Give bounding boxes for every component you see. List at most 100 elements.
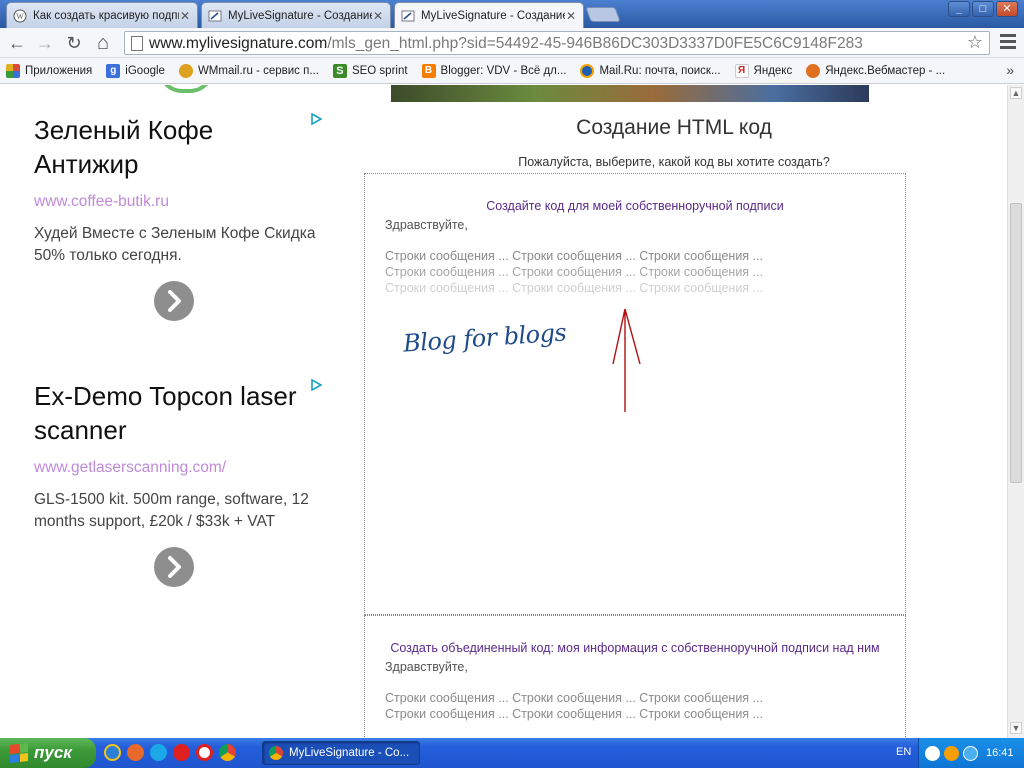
message-line: Строки сообщения ... Строки сообщения ..…	[385, 249, 763, 263]
adchoices-icon[interactable]	[310, 379, 322, 391]
page-scrollbar[interactable]: ▲ ▼	[1007, 85, 1024, 738]
scroll-down-icon[interactable]: ▼	[1010, 722, 1022, 734]
reload-button[interactable]: ↻	[63, 32, 85, 54]
windows-flag-icon	[10, 743, 28, 763]
signature-pen-icon	[401, 10, 415, 22]
bookmark-wmmail[interactable]: WMmail.ru - сервис п...	[178, 63, 319, 78]
ad-text: GLS-1500 kit. 500m range, software, 12 m…	[34, 491, 309, 530]
yandex-browser-icon[interactable]	[196, 744, 213, 761]
chevron-right-icon	[168, 290, 181, 312]
internet-explorer-icon[interactable]	[104, 744, 121, 761]
bookmark-star-icon[interactable]: ☆	[967, 32, 983, 53]
ad-block-1[interactable]: Зеленый Кофе Антижир www.coffee-butik.ru…	[34, 113, 324, 323]
forward-button[interactable]: →	[34, 32, 56, 54]
bookmarks-bar: Приложения g iGoogle WMmail.ru - сервис …	[0, 58, 1024, 84]
bookmark-mailru[interactable]: Mail.Ru: почта, поиск...	[580, 63, 721, 78]
new-tab-button[interactable]	[585, 7, 621, 22]
tab-title: MyLiveSignature - Создание	[421, 10, 565, 22]
desktop-icon[interactable]	[127, 744, 144, 761]
chrome-icon[interactable]	[219, 744, 236, 761]
back-button[interactable]: ←	[6, 32, 28, 54]
skype-icon[interactable]	[150, 744, 167, 761]
ad-go-button[interactable]	[154, 547, 194, 587]
taskbar-item-chrome[interactable]: MyLiveSignature - Co...	[262, 741, 420, 765]
preview-greeting: Здравствуйте,	[385, 660, 468, 674]
bookmark-label: Blogger: VDV - Всё дл...	[440, 64, 567, 77]
ad-url[interactable]: www.getlaserscanning.com/	[34, 459, 324, 477]
scrollbar-thumb[interactable]	[1010, 203, 1022, 483]
address-bar[interactable]: www.mylivesignature.com/mls_gen_html.php…	[124, 31, 990, 55]
url-text: www.mylivesignature.com/mls_gen_html.php…	[149, 35, 863, 53]
tab-title: MyLiveSignature - Создание	[228, 9, 372, 22]
bookmark-label: iGoogle	[125, 64, 165, 77]
page-icon	[131, 36, 143, 51]
tab-strip: W Как создать красивую подпись ✕ MyLiveS…	[0, 0, 1024, 29]
option-combined-code[interactable]: Создать объединенный код: моя информация…	[364, 615, 906, 738]
close-tab-icon[interactable]: ✕	[372, 9, 384, 23]
mailru-icon	[580, 63, 595, 78]
chevron-right-icon	[168, 556, 181, 578]
message-line: Строки сообщения ... Строки сообщения ..…	[385, 265, 763, 279]
tab-3-active[interactable]: MyLiveSignature - Создание ✕	[394, 2, 584, 29]
ad-block-2[interactable]: Ex-Demo Topcon laser scanner www.getlase…	[34, 379, 324, 589]
bookmark-label: Яндекс	[753, 64, 793, 77]
ad-title[interactable]: Ex-Demo Topcon laser scanner	[34, 379, 324, 447]
handwritten-signature: Blog for blogs	[402, 318, 568, 358]
ad-title[interactable]: Зеленый Кофе Антижир	[34, 113, 324, 181]
svg-text:W: W	[16, 12, 24, 21]
seosprint-icon: S	[332, 63, 347, 78]
close-tab-icon[interactable]: ✕	[565, 9, 577, 23]
tab-1[interactable]: W Как создать красивую подпись ✕	[6, 2, 198, 28]
logo-fragment	[158, 85, 214, 93]
close-window-button[interactable]: ✕	[996, 1, 1018, 17]
preview-message-lines: Строки сообщения ... Строки сообщения ..…	[385, 690, 905, 722]
ad-url[interactable]: www.coffee-butik.ru	[34, 193, 324, 211]
windows-taskbar: пуск MyLiveSignature - Co... EN 16:41	[0, 738, 1024, 768]
tab-2[interactable]: MyLiveSignature - Создание ✕	[201, 2, 391, 28]
option-title-link[interactable]: Создать объединенный код: моя информация…	[365, 640, 905, 656]
url-host: www.mylivesignature.com	[149, 35, 328, 52]
option-handwritten-signature[interactable]: Создайте код для моей собственноручной п…	[364, 173, 906, 615]
chrome-menu-icon[interactable]	[1000, 34, 1016, 52]
adchoices-icon[interactable]	[310, 113, 322, 125]
tray-network-icon[interactable]	[963, 745, 978, 761]
blogger-icon: B	[421, 63, 436, 78]
maximize-button[interactable]: □	[972, 1, 994, 17]
tab-title: Как создать красивую подпись	[33, 9, 179, 22]
ad-go-button[interactable]	[154, 281, 194, 321]
bookmark-label: WMmail.ru - сервис п...	[197, 64, 319, 77]
message-line: Строки сообщения ... Строки сообщения ..…	[385, 691, 763, 705]
page-subtitle: Пожалуйста, выберите, какой код вы хотит…	[518, 155, 830, 169]
quick-launch	[104, 744, 236, 761]
apps-grid-icon	[6, 63, 20, 78]
tray-nav-icon[interactable]	[925, 745, 940, 761]
yandex-webmaster-icon	[806, 63, 821, 78]
bookmark-label: Mail.Ru: почта, поиск...	[599, 64, 721, 77]
close-tab-icon[interactable]: ✕	[179, 9, 191, 23]
google-icon: g	[106, 63, 121, 78]
option-title-link[interactable]: Создайте код для моей собственноручной п…	[365, 198, 905, 214]
start-label: пуск	[34, 743, 72, 762]
language-indicator[interactable]: EN	[896, 746, 911, 758]
window-controls: _ □ ✕	[948, 1, 1018, 17]
opera-icon[interactable]	[173, 744, 190, 761]
bookmark-igoogle[interactable]: g iGoogle	[106, 63, 165, 78]
bookmark-yandex[interactable]: Я Яндекс	[734, 63, 793, 78]
bookmarks-more-button[interactable]: »	[1006, 62, 1014, 78]
minimize-button[interactable]: _	[948, 1, 970, 17]
home-button[interactable]: ⌂	[92, 32, 114, 54]
browser-toolbar: ← → ↻ ⌂ www.mylivesignature.com/mls_gen_…	[0, 28, 1024, 58]
bookmark-yandex-webmaster[interactable]: Яндекс.Вебмастер - ...	[806, 63, 945, 78]
scroll-up-icon[interactable]: ▲	[1010, 87, 1022, 99]
bookmark-apps[interactable]: Приложения	[6, 63, 93, 78]
start-button[interactable]: пуск	[0, 738, 96, 768]
preview-greeting: Здравствуйте,	[385, 218, 468, 232]
preview-message-lines: Строки сообщения ... Строки сообщения ..…	[385, 248, 905, 296]
annotation-arrow-icon	[612, 308, 641, 412]
clock: 16:41	[986, 747, 1014, 759]
bookmark-label: Приложения	[25, 64, 93, 77]
header-banner-image	[391, 85, 869, 102]
bookmark-seosprint[interactable]: S SEO sprint	[332, 63, 408, 78]
bookmark-blogger[interactable]: B Blogger: VDV - Всё дл...	[421, 63, 567, 78]
tray-app-icon[interactable]	[944, 745, 959, 761]
